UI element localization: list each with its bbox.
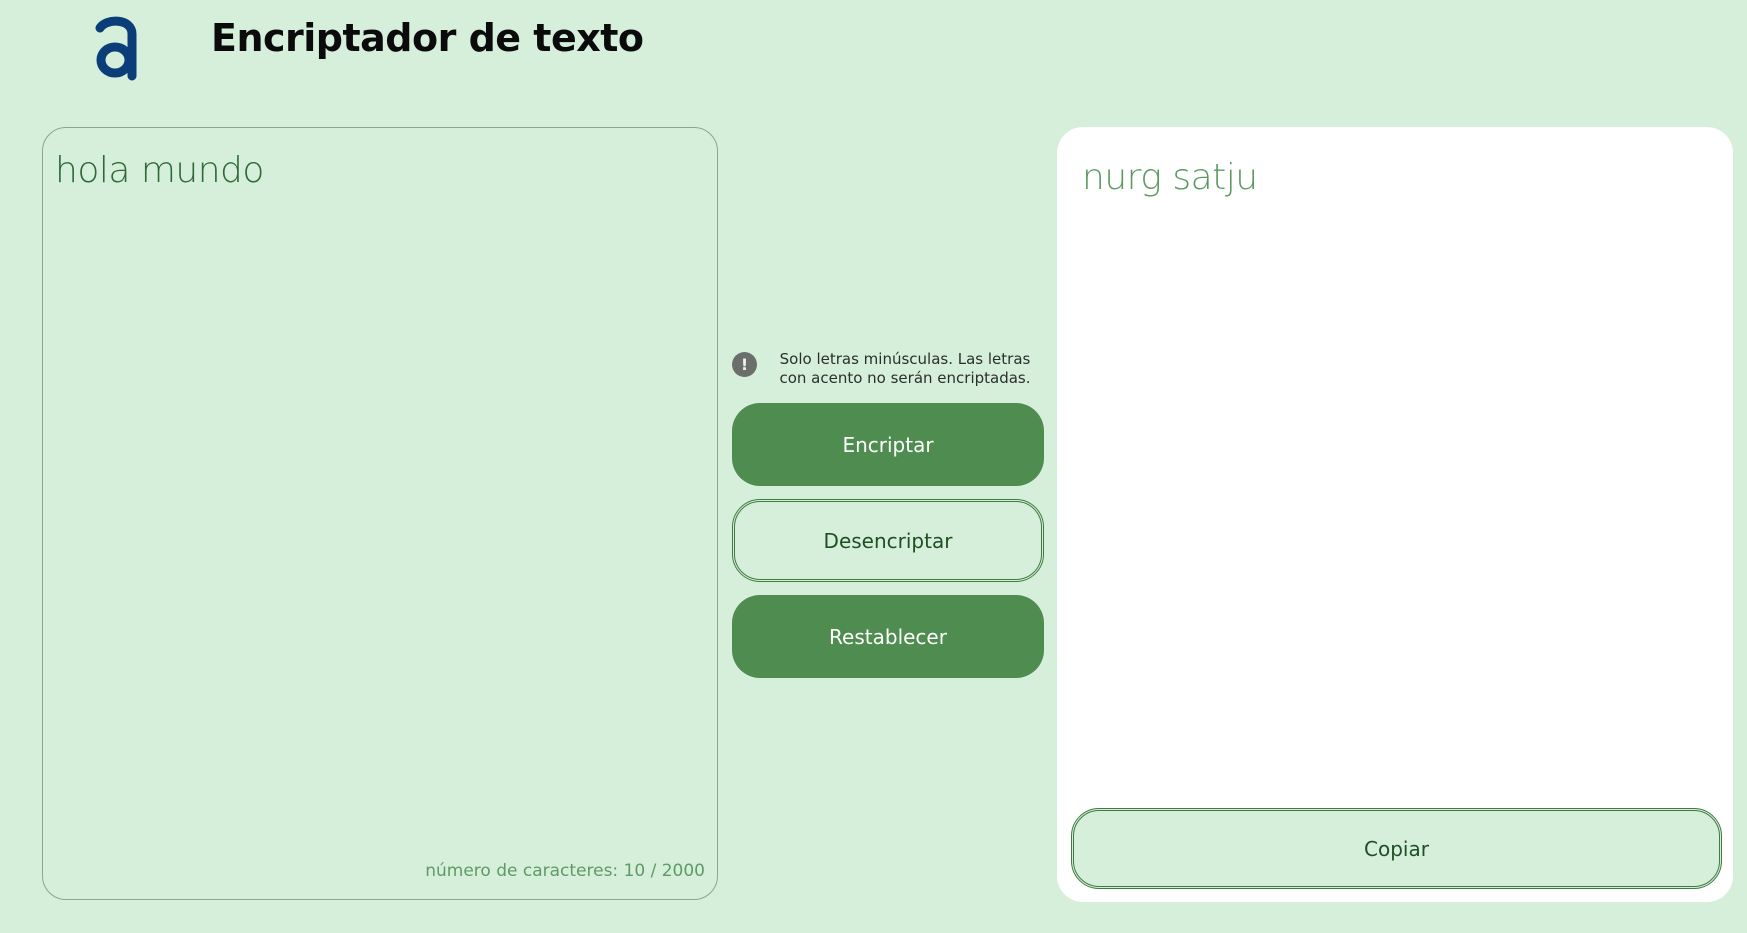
output-text: nurg satju [1082, 157, 1258, 198]
input-textarea[interactable]: hola mundo [55, 150, 695, 830]
exclamation-icon: ! [732, 352, 757, 377]
reset-button[interactable]: Restablecer [732, 595, 1044, 678]
input-panel: hola mundo número de caracteres: 10 / 20… [42, 127, 718, 900]
page-title: Encriptador de texto [211, 16, 644, 60]
copy-button[interactable]: Copiar [1071, 808, 1722, 889]
alura-logo-icon [95, 16, 137, 81]
output-panel: nurg satju Copiar [1057, 127, 1733, 902]
encrypt-button[interactable]: Encriptar [732, 403, 1044, 486]
notice-text: Solo letras minúsculas. Las letras con a… [779, 350, 1031, 387]
decrypt-button[interactable]: Desencriptar [732, 499, 1044, 582]
char-counter: número de caracteres: 10 / 2000 [425, 861, 705, 881]
notice: ! Solo letras minúsculas. Las letras con… [732, 350, 1044, 390]
